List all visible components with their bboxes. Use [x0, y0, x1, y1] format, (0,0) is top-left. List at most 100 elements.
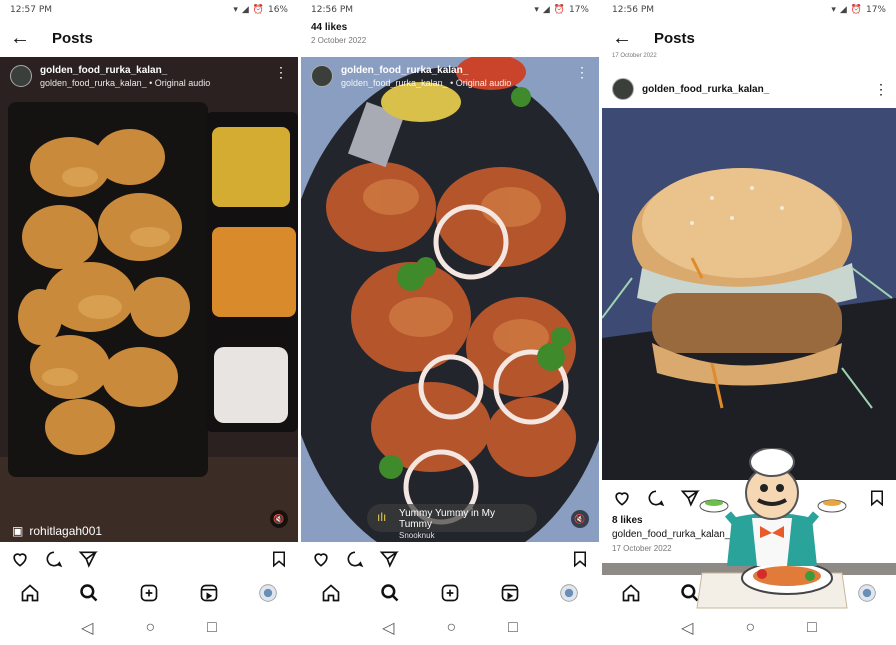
tag-icon: ▣	[12, 524, 24, 538]
phone-screen-2: 12:56 PM ▾ ◢ ⏰ 17% 44 likes 2 October 2022	[301, 0, 599, 645]
nav-recents-icon[interactable]: □	[207, 619, 217, 637]
status-ampm: PM	[339, 5, 354, 15]
avatar[interactable]	[311, 65, 333, 87]
food-photo-chicken-platter	[0, 57, 298, 542]
alarm-icon: ⏰	[553, 5, 565, 15]
signal-icon: ◢	[839, 5, 847, 15]
song-artist: Snooknuk	[399, 531, 435, 540]
previous-post-date: 17 October 2022	[612, 53, 657, 59]
system-nav: ◁ ○ □	[301, 618, 599, 638]
wifi-icon: ▾	[233, 5, 238, 15]
top-bar: ← Posts	[0, 20, 298, 56]
post-header: golden_food_rurka_kalan_ golden_food_rur…	[311, 65, 589, 89]
more-options-icon[interactable]: ⋮	[874, 82, 888, 96]
heart-icon[interactable]	[612, 488, 632, 508]
profile-icon[interactable]	[559, 583, 579, 603]
system-nav: ◁ ○ □	[602, 618, 896, 638]
nav-recents-icon[interactable]: □	[807, 619, 817, 637]
nav-home-icon[interactable]: ○	[446, 619, 456, 637]
song-title: Yummy Yummy in My Tummy	[399, 508, 495, 530]
nav-home-icon[interactable]: ○	[145, 619, 155, 637]
profile-icon[interactable]	[258, 583, 278, 603]
tagged-user[interactable]: ▣ rohitlagah001	[12, 524, 102, 538]
nav-recents-icon[interactable]: □	[508, 619, 518, 637]
avatar[interactable]	[10, 65, 32, 87]
phone-screen-1: 12:57 PM ▾ ◢ ⏰ 16% ← Posts golden_food_r…	[0, 0, 298, 645]
battery-level: 17%	[568, 5, 589, 15]
alarm-icon: ⏰	[252, 5, 264, 15]
post-media[interactable]: golden_food_rurka_kalan_ golden_food_rur…	[301, 57, 599, 542]
battery-level: 16%	[267, 5, 288, 15]
previous-post-meta: 44 likes 2 October 2022	[311, 22, 366, 45]
post-media[interactable]: golden_food_rurka_kalan_ golden_food_rur…	[0, 57, 298, 542]
nav-home-icon[interactable]: ○	[745, 619, 755, 637]
bookmark-icon[interactable]	[571, 549, 589, 569]
share-icon[interactable]	[379, 549, 399, 569]
page-title: Posts	[52, 29, 93, 47]
search-icon[interactable]	[380, 583, 400, 603]
screenshot-collage: 12:57 PM ▾ ◢ ⏰ 16% ← Posts golden_food_r…	[0, 0, 896, 645]
likes-count[interactable]: 44 likes	[311, 22, 366, 33]
tagged-username: rohitlagah001	[29, 524, 103, 538]
add-post-icon[interactable]	[139, 583, 159, 603]
food-photo-tandoori-platter	[301, 57, 599, 542]
status-time: 12:56	[612, 5, 638, 15]
chef-mascot-sticker	[696, 448, 848, 609]
reels-icon[interactable]	[500, 583, 520, 603]
wifi-icon: ▾	[831, 5, 836, 15]
profile-icon[interactable]	[857, 583, 877, 603]
nav-back-icon[interactable]: ◁	[382, 618, 394, 638]
comment-icon[interactable]	[44, 549, 64, 569]
home-icon[interactable]	[621, 583, 641, 603]
music-icon: ılı	[377, 510, 387, 524]
bottom-nav	[0, 580, 298, 606]
avatar[interactable]	[612, 78, 634, 100]
status-time: 12:57	[10, 5, 36, 15]
post-audio[interactable]: golden_food_rurka_kalan_ • Original audi…	[40, 77, 210, 89]
bookmark-icon[interactable]	[868, 488, 886, 508]
signal-icon: ◢	[542, 5, 550, 15]
status-ampm: PM	[640, 5, 655, 15]
more-options-icon[interactable]: ⋮	[575, 65, 589, 79]
page-title: Posts	[654, 29, 695, 47]
status-bar: 12:56 PM ▾ ◢ ⏰ 17%	[602, 0, 896, 20]
status-bar: 12:56 PM ▾ ◢ ⏰ 17%	[301, 0, 599, 20]
add-post-icon[interactable]	[440, 583, 460, 603]
status-time: 12:56	[311, 5, 337, 15]
share-icon[interactable]	[78, 549, 98, 569]
back-arrow-icon[interactable]: ←	[10, 27, 32, 49]
food-photo-burger	[602, 108, 896, 480]
signal-icon: ◢	[241, 5, 249, 15]
post-header: golden_food_rurka_kalan_ ⋮	[612, 78, 888, 100]
home-icon[interactable]	[321, 583, 341, 603]
post-username[interactable]: golden_food_rurka_kalan_	[642, 84, 769, 95]
post-actions	[311, 548, 589, 570]
post-date: 2 October 2022	[311, 36, 367, 45]
top-bar: ← Posts	[602, 20, 896, 56]
more-options-icon[interactable]: ⋮	[274, 65, 288, 79]
heart-icon[interactable]	[10, 549, 30, 569]
battery-level: 17%	[865, 5, 886, 15]
heart-icon[interactable]	[311, 549, 331, 569]
mute-icon[interactable]: 🔇	[270, 510, 288, 528]
post-header: golden_food_rurka_kalan_ golden_food_rur…	[10, 65, 288, 89]
phone-screen-3: 12:56 PM ▾ ◢ ⏰ 17% ← Posts 17 October 2022 …	[602, 0, 896, 645]
comment-icon[interactable]	[646, 488, 666, 508]
search-icon[interactable]	[79, 583, 99, 603]
status-bar: 12:57 PM ▾ ◢ ⏰ 16%	[0, 0, 298, 20]
post-username[interactable]: golden_food_rurka_kalan_	[341, 65, 511, 77]
alarm-icon: ⏰	[850, 5, 862, 15]
post-media[interactable]	[602, 108, 896, 480]
reels-icon[interactable]	[199, 583, 219, 603]
bookmark-icon[interactable]	[270, 549, 288, 569]
post-audio[interactable]: golden_food_rurka_kalan_ • Original audi…	[341, 77, 511, 89]
post-username[interactable]: golden_food_rurka_kalan_	[40, 65, 210, 77]
mute-icon[interactable]: 🔇	[571, 510, 589, 528]
bottom-nav	[301, 580, 599, 606]
back-arrow-icon[interactable]: ←	[612, 27, 634, 49]
comment-icon[interactable]	[345, 549, 365, 569]
home-icon[interactable]	[20, 583, 40, 603]
nav-back-icon[interactable]: ◁	[81, 618, 93, 638]
music-sticker[interactable]: ılı Yummy Yummy in My Tummy Snooknuk	[367, 504, 537, 540]
nav-back-icon[interactable]: ◁	[681, 618, 693, 638]
